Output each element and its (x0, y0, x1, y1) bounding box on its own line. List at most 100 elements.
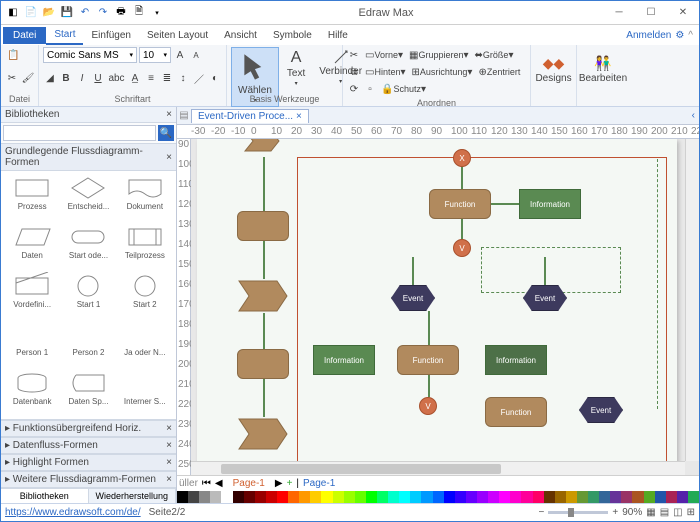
lib-cat[interactable]: ▸ Datenfluss-Formen× (1, 437, 176, 454)
tab-start[interactable]: Start (46, 26, 83, 45)
view1-icon[interactable]: ▦ (646, 507, 655, 518)
status-url[interactable]: https://www.edrawsoft.com/de/ (5, 507, 141, 518)
canvas[interactable]: X Function Information V Event Event Inf… (191, 139, 699, 475)
group-button[interactable]: ▦ Gruppieren▾ (407, 47, 471, 63)
color-swatch[interactable] (266, 491, 277, 503)
lib-close-icon[interactable]: × (166, 109, 172, 120)
underline-button[interactable]: U (91, 70, 105, 86)
color-swatch[interactable] (544, 491, 555, 503)
paste-icon[interactable]: 📋 (5, 47, 21, 63)
page-add-icon[interactable]: + (287, 478, 293, 489)
view2-icon[interactable]: ▤ (660, 507, 669, 518)
color-swatch[interactable] (644, 491, 655, 503)
shape-entscheid...[interactable]: Entscheid... (61, 175, 115, 220)
font-size-select[interactable]: 10 ▾ (139, 47, 171, 63)
color-swatch[interactable] (499, 491, 510, 503)
color-swatch[interactable] (533, 491, 544, 503)
color-swatch[interactable] (299, 491, 310, 503)
color-swatch[interactable] (221, 491, 232, 503)
designs-button[interactable]: ◆◆Designs (535, 47, 572, 91)
color-swatch[interactable] (388, 491, 399, 503)
lib-cat-main[interactable]: Grundlegende Flussdiagramm-Formen (5, 146, 166, 168)
save-icon[interactable]: 💾 (59, 5, 75, 21)
color-swatch[interactable] (588, 491, 599, 503)
color-swatch[interactable] (188, 491, 199, 503)
new-icon[interactable]: 📄 (23, 5, 39, 21)
spacing-icon[interactable]: ↕ (176, 70, 190, 86)
function-1[interactable]: Function (429, 189, 491, 219)
color-swatch[interactable] (399, 491, 410, 503)
vertical-scrollbar[interactable] (685, 139, 699, 461)
color-swatch[interactable] (521, 491, 532, 503)
bold-button[interactable]: B (59, 70, 73, 86)
color-swatch[interactable] (199, 491, 210, 503)
rotate-icon[interactable]: ⟳ (347, 81, 361, 97)
cut2-icon[interactable]: ✂ (347, 47, 361, 63)
or-gate-1[interactable]: V (453, 239, 471, 257)
page-tab-1[interactable]: Page-1 (227, 478, 271, 489)
lib-tab-bibliotheken[interactable]: Bibliotheken (1, 489, 89, 503)
redo-icon[interactable]: ↷ (95, 5, 111, 21)
shape-teilprozess[interactable]: Teilprozess (118, 224, 172, 269)
color-swatch[interactable] (288, 491, 299, 503)
page-tab-2[interactable]: Page-1 (303, 478, 335, 489)
page-nav-prev-icon[interactable]: ◀ (215, 478, 223, 489)
zoom-slider[interactable] (548, 511, 608, 514)
color-swatch[interactable] (477, 491, 488, 503)
color-swatch[interactable] (377, 491, 388, 503)
color-swatch[interactable] (466, 491, 477, 503)
page-nav-first-icon[interactable]: ⏮ (202, 478, 211, 489)
shape-start ode...[interactable]: Start ode... (61, 224, 115, 269)
horizontal-scrollbar[interactable] (191, 461, 685, 475)
zoom-in-icon[interactable]: + (612, 507, 618, 518)
print-icon[interactable]: 🖶 (113, 5, 129, 21)
gear-icon[interactable]: ⚙ (675, 30, 684, 41)
tab-layout[interactable]: Seiten Layout (139, 27, 216, 44)
file-tab[interactable]: Datei (3, 27, 46, 44)
panel-toggle-icon[interactable]: ‹ (688, 110, 699, 121)
lib-cat-close-icon[interactable]: × (166, 152, 172, 163)
color-swatch[interactable] (566, 491, 577, 503)
shape-daten sp...[interactable]: Daten Sp... (61, 370, 115, 415)
color-swatch[interactable] (621, 491, 632, 503)
shape-person 1[interactable]: Person 1 (5, 321, 59, 366)
color-swatch[interactable] (355, 491, 366, 503)
color-swatch[interactable] (277, 491, 288, 503)
shape-vordefini...[interactable]: Vordefini... (5, 273, 59, 318)
zoom-out-icon[interactable]: − (539, 507, 545, 518)
event-2[interactable]: Event (523, 285, 567, 311)
tab-ansicht[interactable]: Ansicht (216, 27, 265, 44)
align-button[interactable]: ⊞ Ausrichtung▾ (410, 64, 475, 80)
open-icon[interactable]: 📂 (41, 5, 57, 21)
color-swatch[interactable] (244, 491, 255, 503)
color-swatch[interactable] (410, 491, 421, 503)
color-swatch[interactable] (677, 491, 688, 503)
color-swatch[interactable] (421, 491, 432, 503)
color-swatch[interactable] (577, 491, 588, 503)
grow-font-icon[interactable]: A (173, 47, 187, 63)
color-swatch[interactable] (688, 491, 699, 503)
page-nav-next-icon[interactable]: ▶ (275, 478, 283, 489)
protect-button[interactable]: 🔒 Schutz▾ (379, 81, 428, 97)
preview-icon[interactable]: 🗎 (131, 5, 147, 21)
view4-icon[interactable]: ⊞ (687, 507, 695, 518)
color-swatch[interactable] (555, 491, 566, 503)
color-swatch[interactable] (233, 491, 244, 503)
text-tool[interactable]: AText▾ (281, 47, 311, 89)
color-swatch[interactable] (510, 491, 521, 503)
function-2[interactable]: Function (397, 345, 459, 375)
fill-icon[interactable]: ◢ (43, 70, 57, 86)
library-search-input[interactable] (3, 125, 156, 141)
undo-icon[interactable]: ↶ (77, 5, 93, 21)
extra-icon[interactable]: ▫ (363, 81, 377, 97)
edit-button[interactable]: 👫Bearbeiten (581, 47, 625, 91)
tab-einfuegen[interactable]: Einfügen (83, 27, 138, 44)
color-swatch[interactable] (210, 491, 221, 503)
copy2-icon[interactable]: ⧉ (347, 64, 361, 80)
doc-tab-list-icon[interactable]: ▤ (177, 110, 191, 121)
color-swatch[interactable] (599, 491, 610, 503)
cut-icon[interactable]: ✂ (5, 70, 19, 86)
highlight-icon[interactable]: A̲ (128, 70, 142, 86)
login-link[interactable]: Anmelden (626, 30, 671, 41)
hinten-button[interactable]: ▭ Hinten▾ (363, 64, 408, 80)
